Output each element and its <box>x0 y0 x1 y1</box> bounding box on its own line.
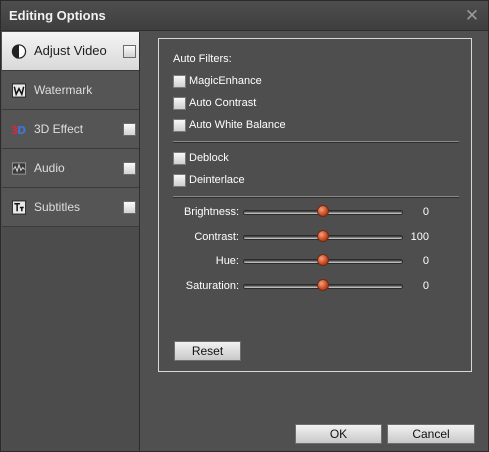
slider-label: Brightness: <box>183 206 239 218</box>
sidebar-item-adjust-video[interactable]: Adjust Video <box>2 32 139 71</box>
window-title: Editing Options <box>9 8 106 23</box>
slider-value: 0 <box>422 280 429 292</box>
checkbox-box[interactable] <box>173 152 186 165</box>
sidebar: Adjust Video Watermark 3 D 3D Effect Aud… <box>2 32 140 451</box>
sidebar-item-label: Audio <box>34 161 65 175</box>
checkbox-label: Deblock <box>189 152 229 164</box>
cancel-button[interactable]: Cancel <box>387 424 475 444</box>
sidebar-item-watermark[interactable]: Watermark <box>2 71 139 110</box>
slider-thumb[interactable] <box>317 205 329 217</box>
auto-filters-label: Auto Filters: <box>173 53 232 65</box>
slider-thumb[interactable] <box>317 279 329 291</box>
3d-effect-icon: 3 D <box>11 124 26 137</box>
slider-label: Saturation: <box>185 280 239 292</box>
adjust-video-checkbox[interactable] <box>123 45 136 58</box>
adjust-video-panel: Auto Filters: MagicEnhance Auto Contrast… <box>158 38 472 372</box>
slider-thumb[interactable] <box>317 254 329 266</box>
checkbox-box[interactable] <box>173 119 186 132</box>
slider-thumb[interactable] <box>317 230 329 242</box>
sidebar-item-3d-effect[interactable]: 3 D 3D Effect <box>2 110 139 149</box>
sidebar-item-audio[interactable]: Audio <box>2 149 139 188</box>
adjust-video-icon <box>11 44 27 59</box>
subtitles-icon <box>11 200 27 215</box>
sidebar-item-label: Adjust Video <box>34 43 107 58</box>
watermark-icon <box>11 83 27 98</box>
subtitles-checkbox[interactable] <box>123 201 136 214</box>
3d-effect-checkbox[interactable] <box>123 123 136 136</box>
ok-button[interactable]: OK <box>295 424 382 444</box>
slider-value: 0 <box>422 206 429 218</box>
slider-value: 0 <box>422 255 429 267</box>
checkbox-label: Auto White Balance <box>189 119 286 131</box>
sidebar-item-label: 3D Effect <box>34 122 84 136</box>
checkbox-label: Deinterlace <box>189 174 245 186</box>
close-icon[interactable]: ✕ <box>462 6 482 26</box>
audio-icon <box>11 162 27 175</box>
saturation-slider-row: Saturation: 0 <box>159 277 471 297</box>
checkbox-label: Auto Contrast <box>189 97 257 109</box>
hue-slider-row: Hue: 0 <box>159 252 471 272</box>
checkbox-box[interactable] <box>173 75 186 88</box>
slider-label: Contrast: <box>194 231 239 243</box>
editing-options-dialog: Editing Options ✕ Adjust Video Watermark… <box>0 0 489 452</box>
svg-text:D: D <box>17 124 26 137</box>
sidebar-item-label: Subtitles <box>34 200 81 214</box>
divider <box>173 196 459 198</box>
slider-label: Hue: <box>215 255 239 267</box>
checkbox-box[interactable] <box>173 97 186 110</box>
checkbox-box[interactable] <box>173 174 186 187</box>
divider <box>173 141 459 143</box>
reset-button[interactable]: Reset <box>174 341 241 361</box>
checkbox-label: MagicEnhance <box>189 75 262 87</box>
slider-value: 100 <box>410 231 429 243</box>
sidebar-item-subtitles[interactable]: Subtitles <box>2 188 139 227</box>
title-bar[interactable]: Editing Options ✕ <box>1 1 488 31</box>
contrast-slider-row: Contrast: 100 <box>159 228 471 248</box>
brightness-slider-row: Brightness: 0 <box>159 203 471 223</box>
audio-checkbox[interactable] <box>123 162 136 175</box>
sidebar-item-label: Watermark <box>34 83 93 97</box>
